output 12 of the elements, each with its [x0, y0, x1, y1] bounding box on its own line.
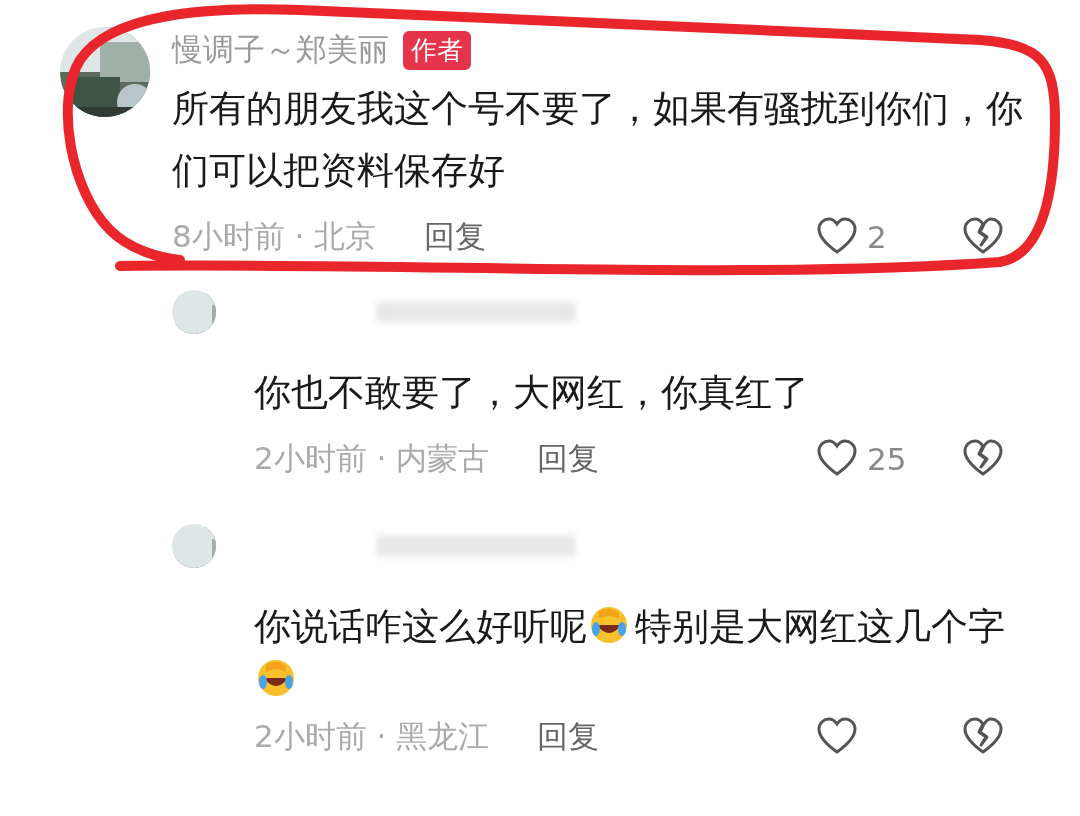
comment-time-location: 8小时前 · 北京 — [172, 217, 377, 256]
comment-time-location: 2小时前 · 内蒙古 — [254, 439, 490, 478]
author-badge: 作者 — [403, 30, 471, 70]
reply-link[interactable]: 回复 — [424, 216, 487, 258]
reply-link[interactable]: 回复 — [537, 438, 600, 480]
comment-text: 你也不敢要了，大网红，你真红了 — [254, 370, 810, 416]
comment-text: 所有的朋友我这个号不要了，如果有骚扰到你们，你们可以把资料保存好 — [172, 86, 1024, 194]
reply-link[interactable]: 回复 — [537, 716, 600, 758]
like-count: 2 — [867, 219, 887, 255]
comment-time-location: 2小时前 · 黑龙江 — [254, 717, 490, 756]
like-count: 25 — [867, 441, 907, 477]
comment-text: 你说话咋这么好听呢 特别是大网红这几个字 — [254, 586, 1025, 702]
